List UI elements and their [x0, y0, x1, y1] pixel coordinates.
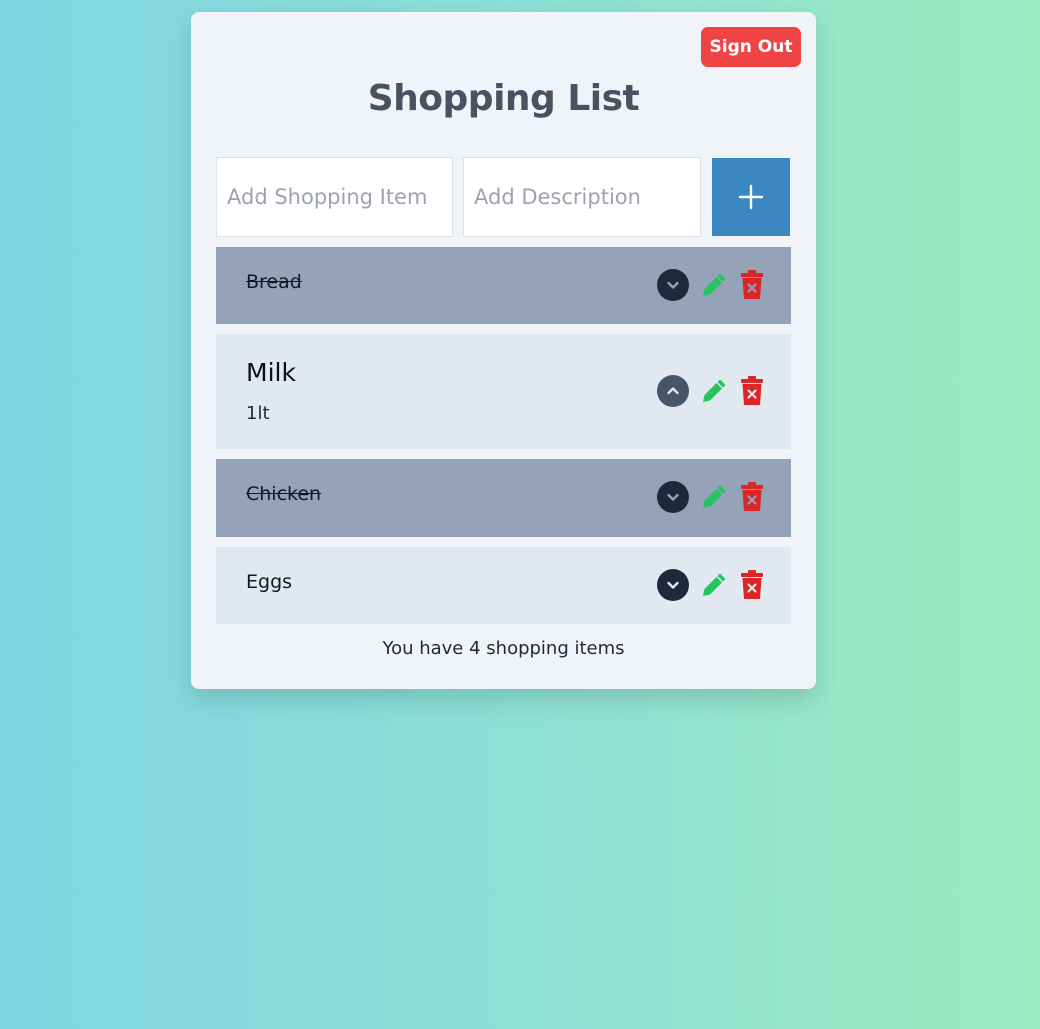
- trash-icon: [741, 482, 763, 511]
- trash-icon: [741, 270, 763, 299]
- expand-button[interactable]: [657, 481, 689, 513]
- item-count-text: You have 4 shopping items: [382, 638, 625, 659]
- item-name-input[interactable]: [216, 157, 453, 237]
- chevron-up-icon: [667, 387, 679, 395]
- trash-icon: [741, 376, 763, 405]
- chevron-down-icon: [667, 581, 679, 589]
- page-title: Shopping List: [367, 78, 640, 119]
- list-item: Milk 1lt: [216, 334, 791, 449]
- expand-button[interactable]: [657, 569, 689, 601]
- plus-icon: [738, 184, 764, 210]
- sign-out-button[interactable]: Sign Out: [701, 27, 801, 67]
- item-name: Eggs: [246, 571, 293, 593]
- chevron-down-icon: [667, 281, 679, 289]
- pencil-icon: [703, 273, 726, 296]
- item-description: 1lt: [246, 403, 270, 424]
- list-item: Eggs: [216, 547, 791, 624]
- delete-button[interactable]: [738, 375, 766, 407]
- delete-button[interactable]: [738, 481, 766, 513]
- item-description-input[interactable]: [463, 157, 701, 237]
- trash-icon: [741, 570, 763, 599]
- item-name: Milk: [246, 358, 296, 387]
- list-item: Chicken: [216, 459, 791, 537]
- add-item-button[interactable]: [712, 158, 790, 236]
- edit-button[interactable]: [699, 570, 729, 600]
- item-name: Bread: [246, 271, 302, 293]
- edit-button[interactable]: [699, 270, 729, 300]
- pencil-icon: [703, 379, 726, 402]
- delete-button[interactable]: [738, 269, 766, 301]
- edit-button[interactable]: [699, 482, 729, 512]
- list-item: Bread: [216, 247, 791, 324]
- edit-button[interactable]: [699, 376, 729, 406]
- expand-button[interactable]: [657, 269, 689, 301]
- item-name: Chicken: [246, 483, 322, 505]
- shopping-list-card: Sign Out Shopping List Bread Milk 1lt: [191, 12, 816, 689]
- delete-button[interactable]: [738, 569, 766, 601]
- pencil-icon: [703, 573, 726, 596]
- pencil-icon: [703, 485, 726, 508]
- chevron-down-icon: [667, 493, 679, 501]
- collapse-button[interactable]: [657, 375, 689, 407]
